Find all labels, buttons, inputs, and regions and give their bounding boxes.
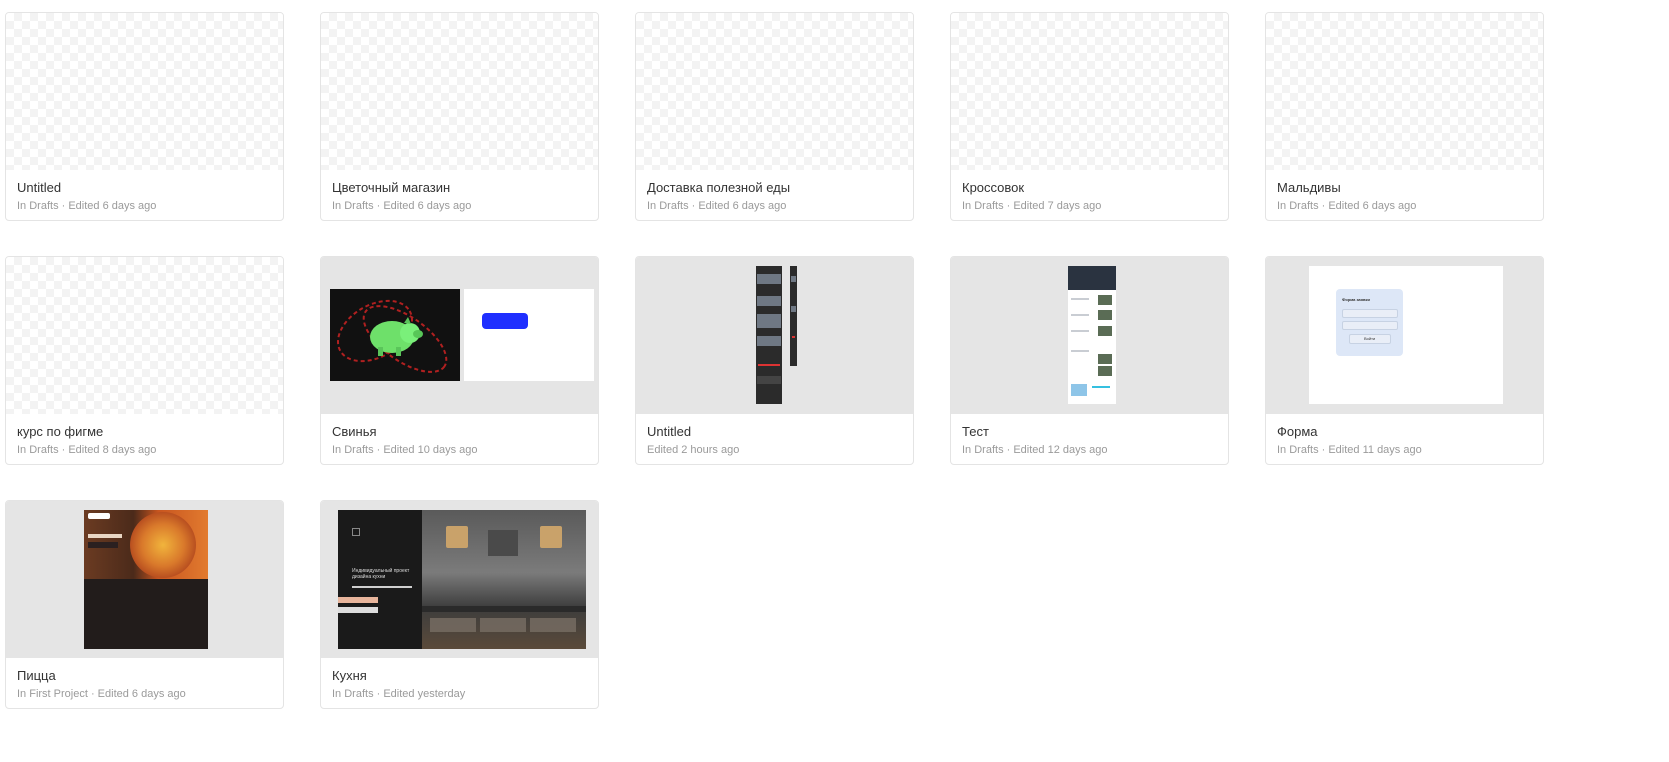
file-grid: Untitled In Drafts · Edited 6 days ago Ц…: [0, 0, 1669, 762]
file-title: Мальдивы: [1277, 180, 1341, 195]
file-card[interactable]: Цветочный магазин In Drafts · Edited 6 d…: [320, 12, 599, 221]
file-card[interactable]: Untitled Edited 2 hours ago: [635, 256, 914, 465]
file-meta: In Drafts · Edited 7 days ago: [962, 200, 1102, 212]
file-meta: In Drafts · Edited 11 days ago: [1277, 444, 1422, 456]
file-meta: In Drafts · Edited 6 days ago: [332, 200, 472, 212]
file-card[interactable]: Форма заявки Войти Форма In Drafts · Edi…: [1265, 256, 1544, 465]
file-title: Цветочный магазин: [332, 180, 451, 195]
kitchen-heading: Индивидуальный проект дизайна кухни: [352, 568, 410, 580]
file-title: Untitled: [17, 180, 62, 195]
file-thumbnail-empty: [6, 257, 283, 414]
kitchen-page: Индивидуальный проект дизайна кухни: [338, 510, 586, 649]
file-card[interactable]: курс по фигме In Drafts · Edited 8 days …: [5, 256, 284, 465]
file-thumbnail-form: Форма заявки Войти: [1266, 257, 1543, 414]
file-title: Форма: [1277, 424, 1318, 439]
file-thumbnail-empty: [636, 13, 913, 170]
file-card[interactable]: Untitled In Drafts · Edited 6 days ago: [5, 12, 284, 221]
file-card[interactable]: Доставка полезной еды In Drafts · Edited…: [635, 12, 914, 221]
form-field: [1342, 321, 1398, 330]
file-meta: In Drafts · Edited 6 days ago: [17, 200, 157, 212]
file-thumbnail-empty: [321, 13, 598, 170]
pizza-image: [130, 512, 196, 578]
form-button: Войти: [1349, 334, 1391, 344]
file-title: Untitled: [647, 424, 692, 439]
file-thumbnail-empty: [1266, 13, 1543, 170]
form-title: Форма заявки: [1342, 297, 1370, 302]
file-meta: In Drafts · Edited 12 days ago: [962, 444, 1108, 456]
file-meta: Edited 2 hours ago: [647, 444, 740, 456]
pig-frame: [330, 289, 460, 381]
pendant-lamp: [540, 526, 562, 548]
file-thumbnail-empty: [6, 13, 283, 170]
file-title: Кухня: [332, 668, 367, 683]
file-meta: In Drafts · Edited yesterday: [332, 688, 466, 700]
file-title: Тест: [962, 424, 989, 439]
file-title: Доставка полезной еды: [647, 180, 791, 195]
blue-button-shape: [482, 313, 528, 329]
kitchen-sidebar: Индивидуальный проект дизайна кухни: [338, 510, 422, 649]
pendant-lamp: [446, 526, 468, 548]
file-meta: In Drafts · Edited 10 days ago: [332, 444, 478, 456]
file-meta: In First Project · Edited 6 days ago: [17, 688, 186, 700]
file-card[interactable]: Кроссовок In Drafts · Edited 7 days ago: [950, 12, 1229, 221]
file-thumbnail-kitchen: Индивидуальный проект дизайна кухни: [321, 501, 598, 658]
pizza-page: [84, 510, 208, 649]
form-field: [1342, 309, 1398, 318]
file-title: курс по фигме: [17, 424, 104, 439]
pizza-hero: [84, 510, 208, 579]
file-title: Свинья: [332, 424, 377, 439]
file-meta: In Drafts · Edited 6 days ago: [1277, 200, 1417, 212]
file-thumbnail-pizza: [6, 501, 283, 658]
file-card[interactable]: Пицца In First Project · Edited 6 days a…: [5, 500, 284, 709]
file-card[interactable]: Индивидуальный проект дизайна кухни Кухн…: [320, 500, 599, 709]
form-frame: Форма заявки Войти: [1309, 266, 1503, 404]
file-card[interactable]: Тест In Drafts · Edited 12 days ago: [950, 256, 1229, 465]
file-card[interactable]: Свинья In Drafts · Edited 10 days ago: [320, 256, 599, 465]
file-thumbnail-empty: [951, 13, 1228, 170]
file-card[interactable]: Мальдивы In Drafts · Edited 6 days ago: [1265, 12, 1544, 221]
pig-illustration: [337, 299, 448, 373]
file-meta: In Drafts · Edited 8 days ago: [17, 444, 157, 456]
file-thumbnail-pig: [321, 257, 598, 414]
pizza-logo: [88, 513, 110, 519]
page-strip: [756, 266, 782, 404]
kitchen-photo: [422, 510, 586, 649]
page-preview: [1068, 266, 1116, 404]
file-title: Пицца: [17, 668, 56, 683]
file-title: Кроссовок: [962, 180, 1025, 195]
file-thumbnail-test: [951, 257, 1228, 414]
pig-frame-button: [464, 289, 594, 381]
page-strip: [790, 266, 797, 366]
file-meta: In Drafts · Edited 6 days ago: [647, 200, 787, 212]
file-thumbnail-strips: [636, 257, 913, 414]
form-box: Форма заявки Войти: [1336, 289, 1403, 356]
